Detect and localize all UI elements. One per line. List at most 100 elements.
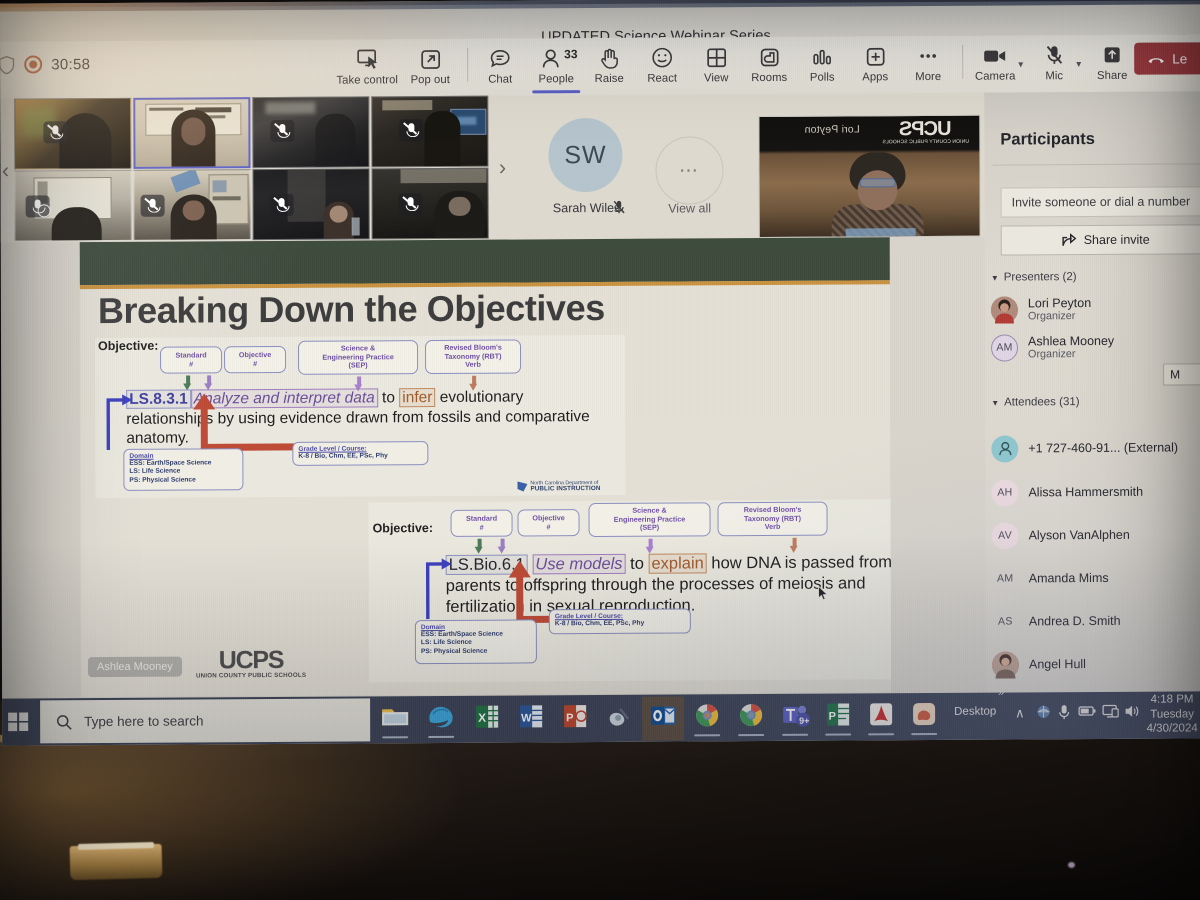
chat-icon [468, 46, 532, 70]
mute-all-label: M [1170, 367, 1181, 382]
video-tile-5[interactable] [14, 169, 132, 242]
view-all-button[interactable]: ⋯ [655, 136, 724, 205]
network-icon[interactable] [1036, 704, 1051, 719]
tile-mute-icon [140, 194, 165, 217]
tray-expand-chevron-icon[interactable]: ∧ [1015, 705, 1025, 721]
domain-box-2: Domain ESS: Earth/Space Science LS: Life… [414, 619, 537, 665]
avatar-initials: AM [997, 572, 1014, 585]
battery-icon[interactable] [1078, 704, 1096, 718]
adobe-reader-icon[interactable] [864, 699, 898, 729]
video-tile-1[interactable] [14, 97, 132, 170]
speaker-glasses [859, 178, 896, 188]
participant-name: Andrea D. Smith [1028, 613, 1121, 629]
ucps-logo-small: UNION COUNTY PUBLIC SCHOOLS [195, 671, 307, 680]
avatar-initials: AV [998, 529, 1013, 542]
pop-out-icon [398, 47, 462, 71]
active-speaker-video[interactable]: Lori Peyton UCPS UNION COUNTY PUBLIC SCH… [758, 114, 981, 239]
avatar-initials: AM [996, 341, 1013, 354]
powerpoint-icon[interactable]: P [558, 701, 592, 731]
domain-box-1: Domain ESS: Earth/Space Science LS: Life… [123, 448, 244, 491]
volume-icon[interactable] [1124, 704, 1140, 719]
svg-text:W: W [521, 712, 532, 724]
speaker-face [857, 170, 898, 211]
leave-meeting-button[interactable]: Le [1134, 42, 1200, 75]
participant-row[interactable]: AM Ashlea Mooney Organizer [990, 327, 1200, 366]
taskbar-clock[interactable]: 4:18 PM Tuesday 4/30/2024 [1144, 692, 1200, 736]
participant-name: Alyson VanAlphen [1028, 527, 1130, 543]
teams-running-indicator [782, 733, 809, 736]
creative-cloud-icon[interactable] [907, 699, 941, 729]
microphone-icon[interactable] [1058, 704, 1070, 720]
video-tile-2[interactable] [133, 97, 251, 169]
avatar: AS [991, 607, 1019, 636]
avatar-initials: AH [997, 486, 1013, 499]
participants-panel: Participants Invite someone or dial a nu… [984, 91, 1200, 693]
taskbar-overflow-icon[interactable]: » [998, 687, 1004, 699]
svg-text:9+: 9+ [799, 716, 809, 726]
participant-row[interactable]: +1 727-460-91... (External) [991, 428, 1200, 467]
search-input[interactable]: Type here to search [40, 698, 371, 744]
display-icon[interactable] [1102, 704, 1119, 719]
participant-row[interactable]: Lori Peyton Organizer [990, 289, 1200, 328]
internet-explorer-icon[interactable] [424, 702, 458, 732]
file-explorer-icon[interactable] [378, 702, 412, 732]
tile-mute-icon [43, 121, 68, 144]
generic-person-icon [998, 441, 1011, 455]
search-icon [56, 714, 72, 730]
snip-sketch-icon[interactable] [602, 701, 636, 731]
attendees-section-header[interactable]: ▼ Attendees (31) [991, 396, 1079, 409]
domain-line: PS: Physical Science [420, 647, 488, 655]
callout-sep-1: Science & Engineering Practice (SEP) [298, 340, 419, 375]
teams-icon[interactable]: 9+ [778, 700, 812, 730]
chrome-icon-2[interactable] [734, 700, 768, 730]
filmstrip-next-arrow[interactable]: › [491, 96, 513, 240]
svg-text:X: X [478, 711, 486, 725]
windows-start-icon[interactable] [2, 704, 36, 738]
video-tile-3[interactable] [252, 96, 370, 169]
callout-standard-2: Standard # [450, 509, 513, 537]
chevron-down-icon: ▼ [991, 398, 1000, 408]
video-tile-7[interactable] [252, 168, 370, 241]
video-tile-6[interactable] [133, 169, 251, 241]
callout-rbt-1: Revised Bloom's Taxonomy (RBT) Verb [425, 339, 522, 375]
slide-title: Breaking Down the Objectives [97, 286, 605, 332]
toolbar-pop-out[interactable]: Pop out [398, 47, 462, 86]
participant-role: Organizer [1027, 310, 1076, 323]
participant-row[interactable]: AM Amanda Mims [991, 558, 1200, 597]
participant-row[interactable]: AH Alissa Hammersmith [991, 472, 1200, 511]
participant-row[interactable]: AV Alyson VanAlphen [991, 515, 1200, 554]
invite-placeholder: Invite someone or dial a number [1011, 194, 1191, 210]
chrome-icon[interactable] [690, 700, 724, 730]
outlook-icon[interactable] [646, 701, 680, 731]
desktop-label[interactable]: Desktop [954, 706, 996, 718]
people-count-badge: 33 [564, 47, 578, 62]
word-icon[interactable]: W [514, 701, 548, 731]
excel-icon[interactable]: X [470, 702, 504, 732]
participant-row[interactable]: Angel Hull [991, 644, 1200, 683]
panel-title: Participants [1000, 129, 1095, 149]
avatar [990, 295, 1018, 324]
participant-name: Amanda Mims [1028, 570, 1109, 586]
avatar: AM [990, 333, 1019, 362]
video-tile-8[interactable] [371, 167, 489, 240]
avatar: AH [991, 478, 1019, 507]
share-invite-button[interactable]: Share invite [1000, 224, 1200, 256]
view-all-label: View all [668, 201, 712, 216]
toolbar-take-control[interactable]: Take control [335, 47, 399, 87]
publisher-icon[interactable]: P [821, 699, 855, 729]
chevron-down-icon: ▼ [990, 273, 999, 283]
presenters-section-header[interactable]: ▼ Presenters (2) [991, 271, 1077, 284]
mute-all-button[interactable]: M [1163, 363, 1200, 386]
objective-1-connector: to [382, 389, 396, 407]
presenter-name-badge: Ashlea Mooney [87, 656, 182, 678]
callout-sep-2: Science & Engineering Practice (SEP) [588, 502, 711, 538]
video-tile-4[interactable] [371, 95, 489, 168]
tile-mute-icon [270, 119, 295, 143]
participant-row[interactable]: AS Andrea D. Smith [991, 601, 1200, 640]
avatar-photo [990, 296, 1018, 324]
avatar[interactable]: SW [548, 117, 623, 193]
toolbar-chat[interactable]: Chat [468, 46, 532, 86]
toolbar-more[interactable]: More [896, 44, 960, 83]
avatar-initials: SW [564, 140, 607, 169]
invite-input[interactable]: Invite someone or dial a number [1000, 186, 1200, 218]
